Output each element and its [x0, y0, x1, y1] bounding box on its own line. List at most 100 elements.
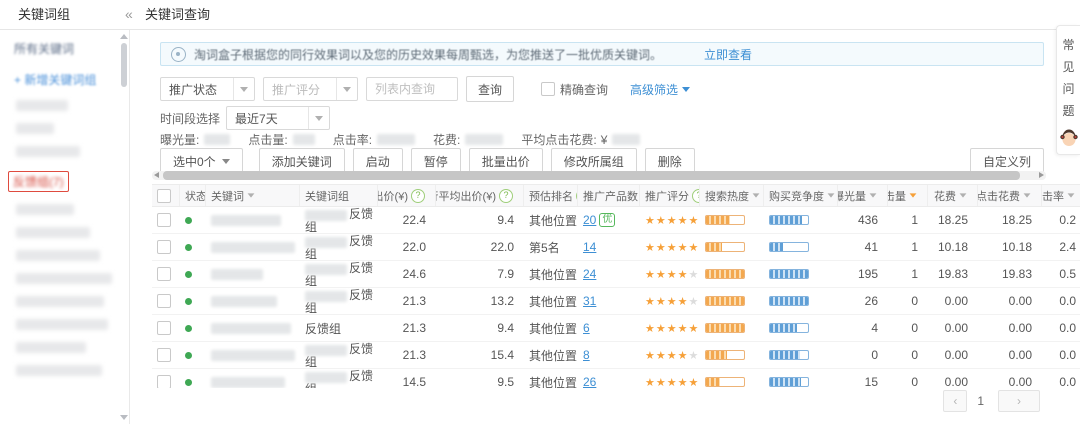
status-cell [180, 342, 206, 368]
product-count-cell: 31 [578, 288, 640, 314]
star-filled-icon: ★ [688, 376, 700, 389]
promo-status-select[interactable]: 推广状态 [160, 77, 255, 101]
sidebar-item-redacted[interactable] [16, 319, 108, 330]
sidebar-scrollbar[interactable] [119, 32, 128, 422]
sort-icon[interactable] [1023, 193, 1031, 198]
row-checkbox[interactable] [157, 240, 171, 254]
ctr-cell: 0.0 [1059, 321, 1076, 335]
scroll-right-icon[interactable] [1039, 172, 1044, 178]
query-button[interactable]: 查询 [466, 76, 514, 102]
search-heat-bar [705, 296, 745, 306]
column-header-competition[interactable]: 购买竞争度? [764, 185, 838, 206]
search-heat-bar [705, 323, 745, 333]
redacted-keyword [211, 322, 291, 334]
scrollbar-thumb[interactable] [163, 171, 1020, 180]
redacted-keyword [211, 241, 295, 253]
product-count-link[interactable]: 20 [583, 213, 596, 227]
sidebar-item-redacted[interactable] [16, 123, 54, 134]
row-checkbox[interactable] [157, 375, 171, 388]
status-cell [180, 288, 206, 314]
current-page[interactable]: 1 [977, 394, 984, 408]
view-now-link[interactable]: 立即查看 [704, 46, 752, 63]
column-header-cost[interactable]: 花费 [928, 185, 978, 206]
column-header-heat[interactable]: 搜索热度? [700, 185, 764, 206]
promo-score-select[interactable]: 推广评分 [263, 77, 358, 101]
column-header-avg_cost[interactable]: 平均点击花费 [978, 185, 1042, 206]
sidebar-item-feedback-group[interactable]: 反馈组(7) [8, 171, 69, 192]
estimated-rank-cell: 其他位置 [529, 294, 578, 309]
sidebar-item-redacted[interactable] [16, 365, 102, 376]
purchase-competition-cell [764, 234, 838, 260]
column-header-checkbox [152, 185, 180, 206]
sort-icon[interactable] [827, 193, 835, 198]
ctr-cell: 0.0 [1059, 348, 1076, 362]
column-header-ctr[interactable]: 点击率 [1042, 185, 1080, 206]
add-keyword-group-link[interactable]: + 新增关键词组 [14, 71, 129, 88]
row-checkbox[interactable] [157, 213, 171, 227]
row-checkbox[interactable] [157, 348, 171, 362]
product-count-link[interactable]: 8 [583, 348, 590, 362]
sidebar-item-redacted[interactable] [16, 296, 104, 307]
sort-icon[interactable] [869, 193, 877, 198]
scrollbar-thumb[interactable] [120, 43, 127, 87]
checkbox-icon[interactable] [541, 82, 555, 96]
sidebar-item-redacted[interactable] [16, 146, 80, 157]
product-count-link[interactable]: 24 [583, 267, 596, 281]
product-count-link[interactable]: 14 [583, 240, 596, 254]
star-filled-icon: ★ [655, 349, 667, 362]
row-checkbox-cell [152, 207, 180, 233]
advanced-filter-link[interactable]: 高级筛选 [630, 81, 691, 98]
peer-avg-bid-cell: 9.4 [497, 213, 514, 227]
sidebar-item-redacted[interactable] [16, 227, 90, 238]
row-checkbox[interactable] [157, 321, 171, 335]
column-header-impressions[interactable]: 曝光量 [838, 185, 888, 206]
star-filled-icon: ★ [645, 268, 656, 281]
star-filled-icon: ★ [677, 322, 689, 335]
status-active-dot [185, 216, 192, 224]
sort-icon[interactable] [752, 193, 760, 198]
scroll-down-icon[interactable] [119, 415, 128, 420]
product-count-link[interactable]: 6 [583, 321, 590, 335]
sort-icon[interactable] [1067, 193, 1075, 198]
faq-side-tab[interactable]: 常见问题 [1056, 25, 1080, 155]
sort-icon[interactable] [247, 193, 255, 198]
redacted-keyword [211, 349, 295, 361]
sidebar-item-redacted[interactable] [16, 342, 86, 353]
column-header-keyword[interactable]: 关键词 [206, 185, 300, 206]
product-count-link[interactable]: 26 [583, 375, 596, 388]
sort-icon[interactable] [959, 193, 967, 198]
sidebar-item-redacted[interactable] [16, 250, 100, 261]
status-active-dot [185, 324, 192, 332]
product-count-link[interactable]: 31 [583, 294, 596, 308]
column-label: 同行平均出价(¥) [436, 190, 496, 203]
sidebar-item-redacted[interactable] [16, 273, 112, 284]
scroll-up-icon[interactable] [119, 34, 128, 39]
exact-search-checkbox[interactable]: 精确查询 [536, 81, 608, 98]
row-checkbox[interactable] [157, 267, 171, 281]
row-checkbox-cell [152, 342, 180, 368]
sort-icon[interactable] [909, 193, 917, 198]
sidebar-item-redacted[interactable] [16, 100, 68, 111]
select-all-checkbox[interactable] [157, 188, 171, 203]
help-icon[interactable]: ? [499, 188, 513, 203]
column-label: 点击量 [888, 190, 906, 203]
redacted-group-prefix [305, 236, 347, 248]
horizontal-scrollbar[interactable] [152, 171, 1046, 180]
clicks-cell: 1 [911, 240, 918, 254]
next-page-button[interactable]: › [998, 390, 1040, 412]
help-icon[interactable]: ? [411, 188, 425, 203]
column-header-clicks[interactable]: 点击量 [888, 185, 928, 206]
prev-page-button[interactable]: ‹ [943, 390, 968, 412]
time-range-row: 时间段选择 最近7天 [160, 106, 331, 130]
star-filled-icon: ★ [677, 349, 689, 362]
feedback-group-label: 反馈组(7) [13, 175, 64, 189]
table-row: 反馈组 22.4 9.4 其他位置 20 优 ★ ★ ★ ★ ★ 436 1 18.25 18.25 0.2 [152, 207, 1080, 234]
scroll-left-icon[interactable] [154, 172, 159, 178]
time-range-select[interactable]: 最近7天 [226, 106, 331, 130]
collapse-sidebar-icon[interactable]: « [125, 0, 133, 28]
sidebar-item-redacted[interactable] [16, 204, 74, 215]
list-search-input[interactable] [366, 77, 458, 101]
sidebar-item-all-keywords[interactable]: 所有关键词 [14, 40, 129, 57]
help-icon[interactable]: ? [692, 188, 699, 203]
row-checkbox[interactable] [157, 294, 171, 308]
